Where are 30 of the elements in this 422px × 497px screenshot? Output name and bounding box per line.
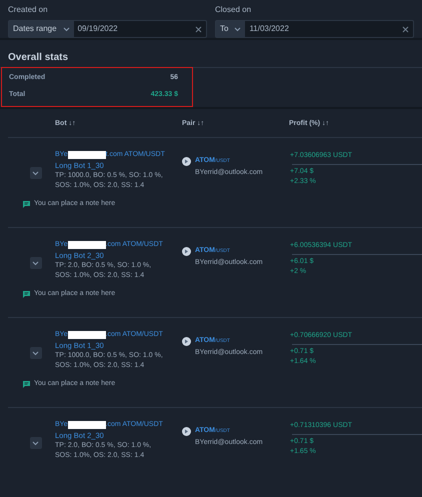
expand-button[interactable] (30, 437, 42, 449)
chevron-down-icon (234, 26, 242, 32)
chevron-down-icon (32, 260, 39, 266)
chevron-down-icon (62, 26, 70, 32)
redaction-block (68, 421, 106, 429)
redaction-block (68, 151, 106, 159)
coin-icon (182, 426, 191, 436)
comment-icon (23, 290, 30, 298)
date-field[interactable]: To 11/03/2022 (215, 20, 414, 38)
redaction-block (68, 331, 106, 339)
date-value: 11/03/2022 (248, 23, 290, 35)
range-dropdown[interactable]: Dates range (9, 21, 74, 37)
filter-label: Created on (8, 4, 49, 16)
expand-button[interactable] (30, 347, 42, 359)
filter-label: Closed on (215, 4, 252, 16)
date-field[interactable]: Dates range 09/19/2022 (8, 20, 207, 38)
date-value: 09/19/2022 (76, 23, 119, 35)
comment-icon (23, 200, 30, 208)
range-dropdown[interactable]: To (216, 21, 246, 37)
expand-button[interactable] (30, 257, 42, 269)
chevron-down-icon (32, 440, 39, 446)
expand-button[interactable] (30, 167, 42, 179)
coin-icon (182, 336, 191, 346)
chevron-down-icon (32, 170, 39, 176)
stats-title: Overall stats (7, 50, 70, 65)
chevron-down-icon (32, 350, 39, 356)
comment-icon (23, 380, 30, 388)
coin-icon (182, 246, 191, 256)
coin-icon (182, 156, 191, 166)
redaction-block (68, 241, 106, 249)
